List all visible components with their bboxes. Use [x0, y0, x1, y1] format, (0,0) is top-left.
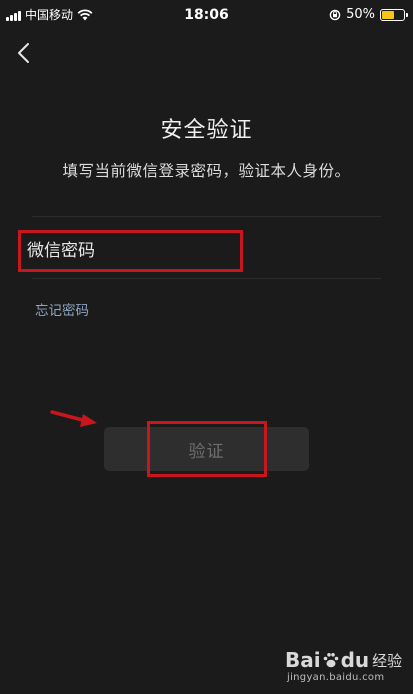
verify-button[interactable]: 验证	[104, 427, 309, 471]
rotation-lock-icon	[329, 9, 341, 20]
baidu-jingyan-watermark: Bai du 经验 jingyan.baidu.com	[285, 648, 403, 688]
battery-fill	[382, 10, 394, 19]
watermark-brand: Bai	[285, 648, 321, 672]
divider-top	[32, 216, 381, 217]
status-right: 50%	[329, 7, 408, 22]
status-bar: 中国移动 18:06 50%	[0, 0, 413, 32]
paw-icon	[323, 653, 338, 668]
watermark-logo: Bai du 经验	[285, 648, 402, 672]
watermark-brand-suffix: du	[340, 648, 370, 672]
security-verification-screen: 中国移动 18:06 50% 安全验证 填写当前微信登录密码，验证本人身份。 忘…	[0, 0, 413, 694]
back-button[interactable]	[10, 38, 36, 68]
wechat-password-input[interactable]	[27, 234, 237, 268]
watermark-url: jingyan.baidu.com	[287, 672, 385, 683]
chevron-left-icon	[18, 43, 29, 63]
divider-bottom	[32, 278, 381, 279]
watermark-brand-cn: 经验	[372, 651, 403, 670]
forgot-password-link[interactable]: 忘记密码	[35, 299, 89, 319]
battery-percent: 50%	[346, 7, 375, 22]
page-title: 安全验证	[160, 118, 253, 143]
battery-icon	[380, 8, 408, 21]
red-arrow-icon	[50, 410, 97, 427]
page-subtitle: 填写当前微信登录密码，验证本人身份。	[62, 162, 351, 180]
